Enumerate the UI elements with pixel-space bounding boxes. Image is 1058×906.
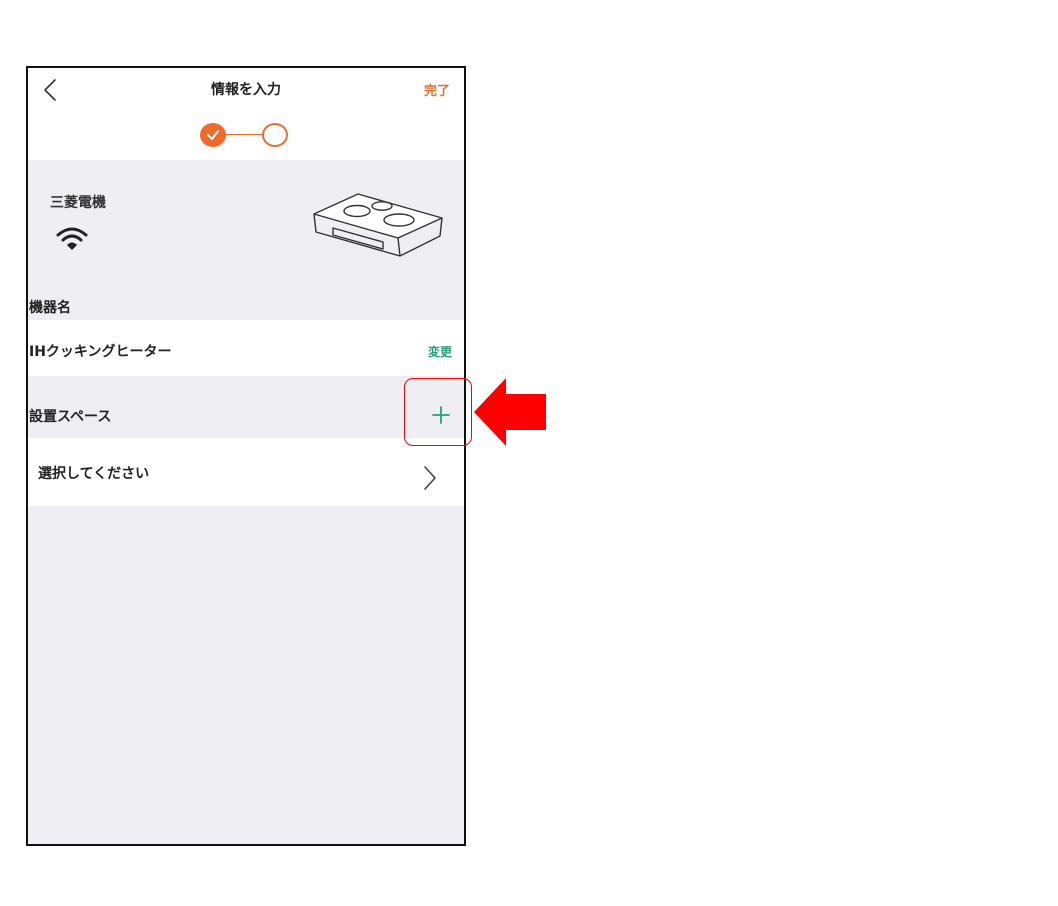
wifi-icon xyxy=(56,227,88,250)
install-space-select-row[interactable]: 選択してください xyxy=(28,438,464,506)
circle-outline-icon xyxy=(262,123,288,147)
page: 情報を入力 完了 三菱電機 機器名 IHクッキングヒーター 変更 設置スペース … xyxy=(0,0,1058,906)
page-title: 情報を入力 xyxy=(211,82,281,98)
phone-screen: 情報を入力 完了 三菱電機 機器名 IHクッキングヒーター 変更 設置スペース … xyxy=(26,66,466,846)
step-completed xyxy=(200,123,226,147)
device-maker: 三菱電機 xyxy=(50,195,106,211)
device-name-section-label: 機器名 xyxy=(29,300,71,316)
install-space-section-label: 設置スペース xyxy=(29,409,112,425)
chevron-right-icon xyxy=(424,466,436,490)
change-name-button[interactable]: 変更 xyxy=(428,343,452,360)
header: 情報を入力 完了 xyxy=(28,68,464,160)
device-name-row: IHクッキングヒーター 変更 xyxy=(28,320,464,376)
done-button[interactable]: 完了 xyxy=(424,80,450,99)
install-space-placeholder: 選択してください xyxy=(38,466,150,482)
red-arrow-left-icon xyxy=(474,378,546,446)
device-name-value: IHクッキングヒーター xyxy=(29,344,172,360)
step-indicator xyxy=(200,122,300,148)
check-circle-icon xyxy=(207,130,219,140)
highlight-box xyxy=(404,378,472,446)
ih-cooktop-icon xyxy=(313,193,443,257)
step-connector xyxy=(226,134,262,135)
